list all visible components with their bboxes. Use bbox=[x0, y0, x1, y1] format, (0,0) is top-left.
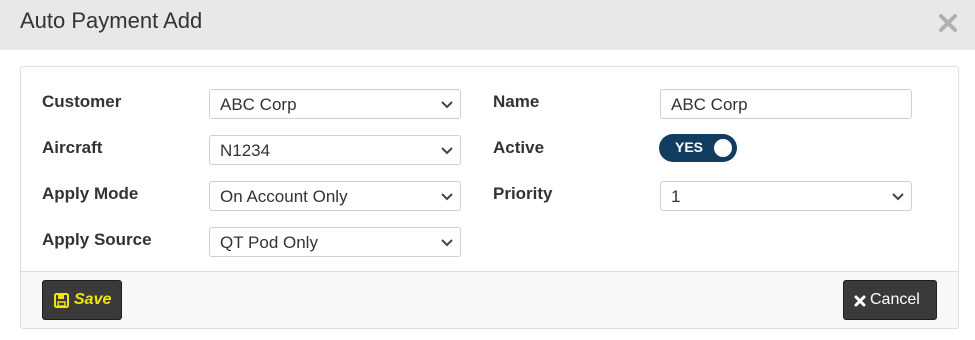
priority-label: Priority bbox=[493, 184, 553, 203]
active-toggle[interactable]: YES bbox=[659, 134, 737, 162]
apply-source-select-value: QT Pod Only bbox=[220, 233, 318, 252]
name-input[interactable]: ABC Corp bbox=[660, 89, 912, 119]
name-input-value: ABC Corp bbox=[671, 95, 748, 114]
aircraft-label: Aircraft bbox=[42, 138, 103, 157]
close-icon[interactable] bbox=[935, 10, 961, 36]
dialog-title-bar: Auto Payment Add bbox=[0, 0, 975, 50]
customer-select-value: ABC Corp bbox=[220, 95, 297, 114]
cancel-button-label: Cancel bbox=[870, 291, 920, 308]
active-toggle-text: YES bbox=[675, 139, 704, 155]
form-footer bbox=[21, 271, 958, 328]
aircraft-select-value: N1234 bbox=[220, 141, 271, 160]
toggle-knob bbox=[714, 139, 732, 157]
dialog-title: Auto Payment Add bbox=[20, 8, 203, 33]
save-button-label: Save bbox=[74, 291, 112, 308]
apply-mode-label: Apply Mode bbox=[42, 184, 139, 203]
customer-label: Customer bbox=[42, 92, 122, 111]
customer-select[interactable]: ABC Corp bbox=[209, 89, 461, 119]
apply-source-label: Apply Source bbox=[42, 230, 152, 249]
aircraft-select[interactable]: N1234 bbox=[209, 135, 461, 165]
cancel-button[interactable]: Cancel bbox=[843, 280, 937, 320]
save-button[interactable]: Save bbox=[42, 280, 122, 320]
name-label: Name bbox=[493, 92, 540, 111]
apply-mode-select[interactable]: On Account Only bbox=[209, 181, 461, 211]
chevron-down-icon bbox=[892, 193, 904, 201]
chevron-down-icon bbox=[441, 147, 453, 155]
chevron-down-icon bbox=[441, 193, 453, 201]
active-label: Active bbox=[493, 138, 545, 157]
chevron-down-icon bbox=[441, 239, 453, 247]
priority-select[interactable]: 1 bbox=[660, 181, 912, 211]
priority-select-value: 1 bbox=[671, 187, 681, 206]
auto-payment-dialog: Auto Payment Add Customer ABC Corp Aircr… bbox=[0, 0, 975, 340]
chevron-down-icon bbox=[441, 101, 453, 109]
apply-mode-select-value: On Account Only bbox=[220, 187, 348, 206]
floppy-disk-icon bbox=[54, 293, 69, 308]
apply-source-select[interactable]: QT Pod Only bbox=[209, 227, 461, 257]
close-icon bbox=[854, 295, 866, 307]
form-panel: Customer ABC Corp Aircraft N1234 Apply M… bbox=[20, 66, 959, 329]
